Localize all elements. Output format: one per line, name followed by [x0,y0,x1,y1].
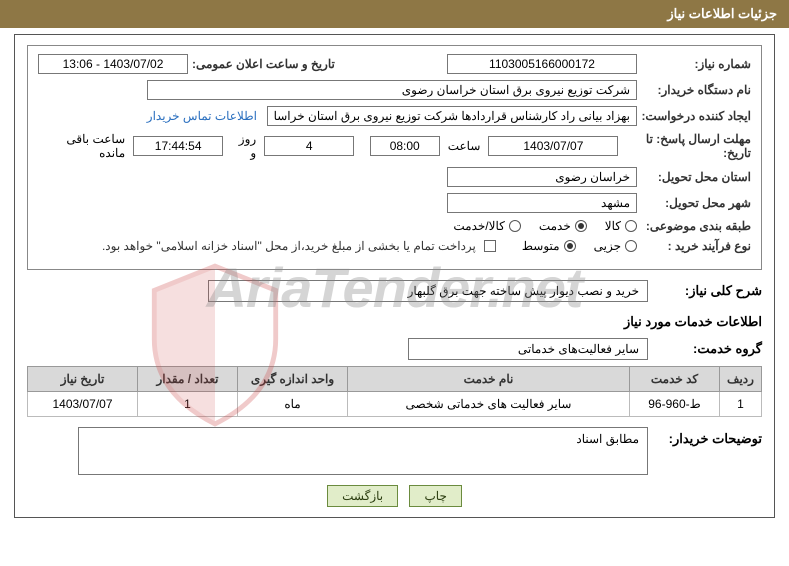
need-desc-input[interactable] [208,280,648,302]
info-box: شماره نیاز: تاریخ و ساعت اعلان عمومی: نا… [27,45,762,270]
buyer-notes-textarea[interactable] [78,427,648,475]
need-number-label: شماره نیاز: [641,57,751,71]
button-row: چاپ بازگشت [27,485,762,507]
buyer-notes-label: توضیحات خریدار: [652,427,762,447]
service-group-label: گروه خدمت: [652,341,762,357]
row-delivery-province: استان محل تحویل: [38,167,751,187]
table-header-row: ردیف کد خدمت نام خدمت واحد اندازه گیری ت… [28,366,762,391]
th-row: ردیف [720,366,762,391]
days-remain-input[interactable] [264,136,354,156]
service-group-input[interactable] [408,338,648,360]
row-process: نوع فرآیند خرید : جزیی متوسط پرداخت تمام… [38,239,751,253]
radio-goods-label: کالا [605,219,621,233]
deadline-label: مهلت ارسال پاسخ: تا تاریخ: [622,132,751,161]
td-qty: 1 [138,391,238,416]
deadline-date-input[interactable] [488,136,618,156]
radio-goods[interactable]: کالا [605,219,637,233]
days-remain-label: روز و [231,132,256,160]
th-unit: واحد اندازه گیری [238,366,348,391]
deadline-time-label: ساعت [448,139,481,153]
announce-label: تاریخ و ساعت اعلان عمومی: [192,57,335,71]
radio-icon [625,240,637,252]
process-radio-group: جزیی متوسط [522,239,637,253]
th-qty: تعداد / مقدار [138,366,238,391]
radio-medium[interactable]: متوسط [522,239,576,253]
table-row: 1 ط-960-96 سایر فعالیت های خدماتی شخصی م… [28,391,762,416]
request-creator-label: ایجاد کننده درخواست: [641,109,751,123]
radio-service[interactable]: خدمت [539,219,587,233]
th-name: نام خدمت [348,366,630,391]
radio-icon [509,220,521,232]
services-title: اطلاعات خدمات مورد نیاز [27,314,762,330]
deadline-time-input[interactable] [370,136,440,156]
back-button[interactable]: بازگشت [327,485,398,507]
announce-input[interactable] [38,54,188,74]
process-label: نوع فرآیند خرید : [641,239,751,253]
row-need-desc: شرح کلی نیاز: [27,280,762,302]
th-code: کد خدمت [630,366,720,391]
delivery-province-label: استان محل تحویل: [641,170,751,184]
radio-partial-label: جزیی [594,239,621,253]
row-service-group: گروه خدمت: [27,338,762,360]
category-radio-group: کالا خدمت کالا/خدمت [453,219,637,233]
page-header: جزئیات اطلاعات نیاز [0,0,789,28]
delivery-city-input[interactable] [447,193,637,213]
radio-medium-label: متوسط [522,239,560,253]
category-label: طبقه بندی موضوعی: [641,219,751,233]
main-panel: شماره نیاز: تاریخ و ساعت اعلان عمومی: نا… [14,34,775,518]
radio-icon [564,240,576,252]
delivery-city-label: شهر محل تحویل: [641,196,751,210]
need-number-input[interactable] [447,54,637,74]
radio-both-label: کالا/خدمت [453,219,504,233]
services-table: ردیف کد خدمت نام خدمت واحد اندازه گیری ت… [27,366,762,417]
td-date: 1403/07/07 [28,391,138,416]
row-request-creator: ایجاد کننده درخواست: اطلاعات تماس خریدار [38,106,751,126]
page-title: جزئیات اطلاعات نیاز [667,6,777,21]
radio-service-label: خدمت [539,219,571,233]
radio-icon [625,220,637,232]
delivery-province-input[interactable] [447,167,637,187]
radio-icon [575,220,587,232]
row-category: طبقه بندی موضوعی: کالا خدمت کالا/خدمت [38,219,751,233]
row-need-number: شماره نیاز: تاریخ و ساعت اعلان عمومی: [38,54,751,74]
td-name: سایر فعالیت های خدماتی شخصی [348,391,630,416]
need-desc-label: شرح کلی نیاز: [652,283,762,299]
payment-checkbox[interactable] [484,240,496,252]
buyer-org-input[interactable] [147,80,637,100]
request-creator-input[interactable] [267,106,637,126]
td-unit: ماه [238,391,348,416]
buyer-org-label: نام دستگاه خریدار: [641,83,751,97]
td-row: 1 [720,391,762,416]
print-button[interactable]: چاپ [409,485,461,507]
th-date: تاریخ نیاز [28,366,138,391]
payment-note: پرداخت تمام یا بخشی از مبلغ خرید،از محل … [102,239,476,253]
row-buyer-org: نام دستگاه خریدار: [38,80,751,100]
radio-partial[interactable]: جزیی [594,239,637,253]
row-deadline: مهلت ارسال پاسخ: تا تاریخ: ساعت روز و سا… [38,132,751,161]
contact-link[interactable]: اطلاعات تماس خریدار [147,109,257,123]
time-remain-input[interactable] [133,136,223,156]
time-remain-label: ساعت باقی مانده [42,132,125,160]
radio-both[interactable]: کالا/خدمت [453,219,520,233]
row-buyer-notes: توضیحات خریدار: [27,427,762,475]
td-code: ط-960-96 [630,391,720,416]
row-delivery-city: شهر محل تحویل: [38,193,751,213]
